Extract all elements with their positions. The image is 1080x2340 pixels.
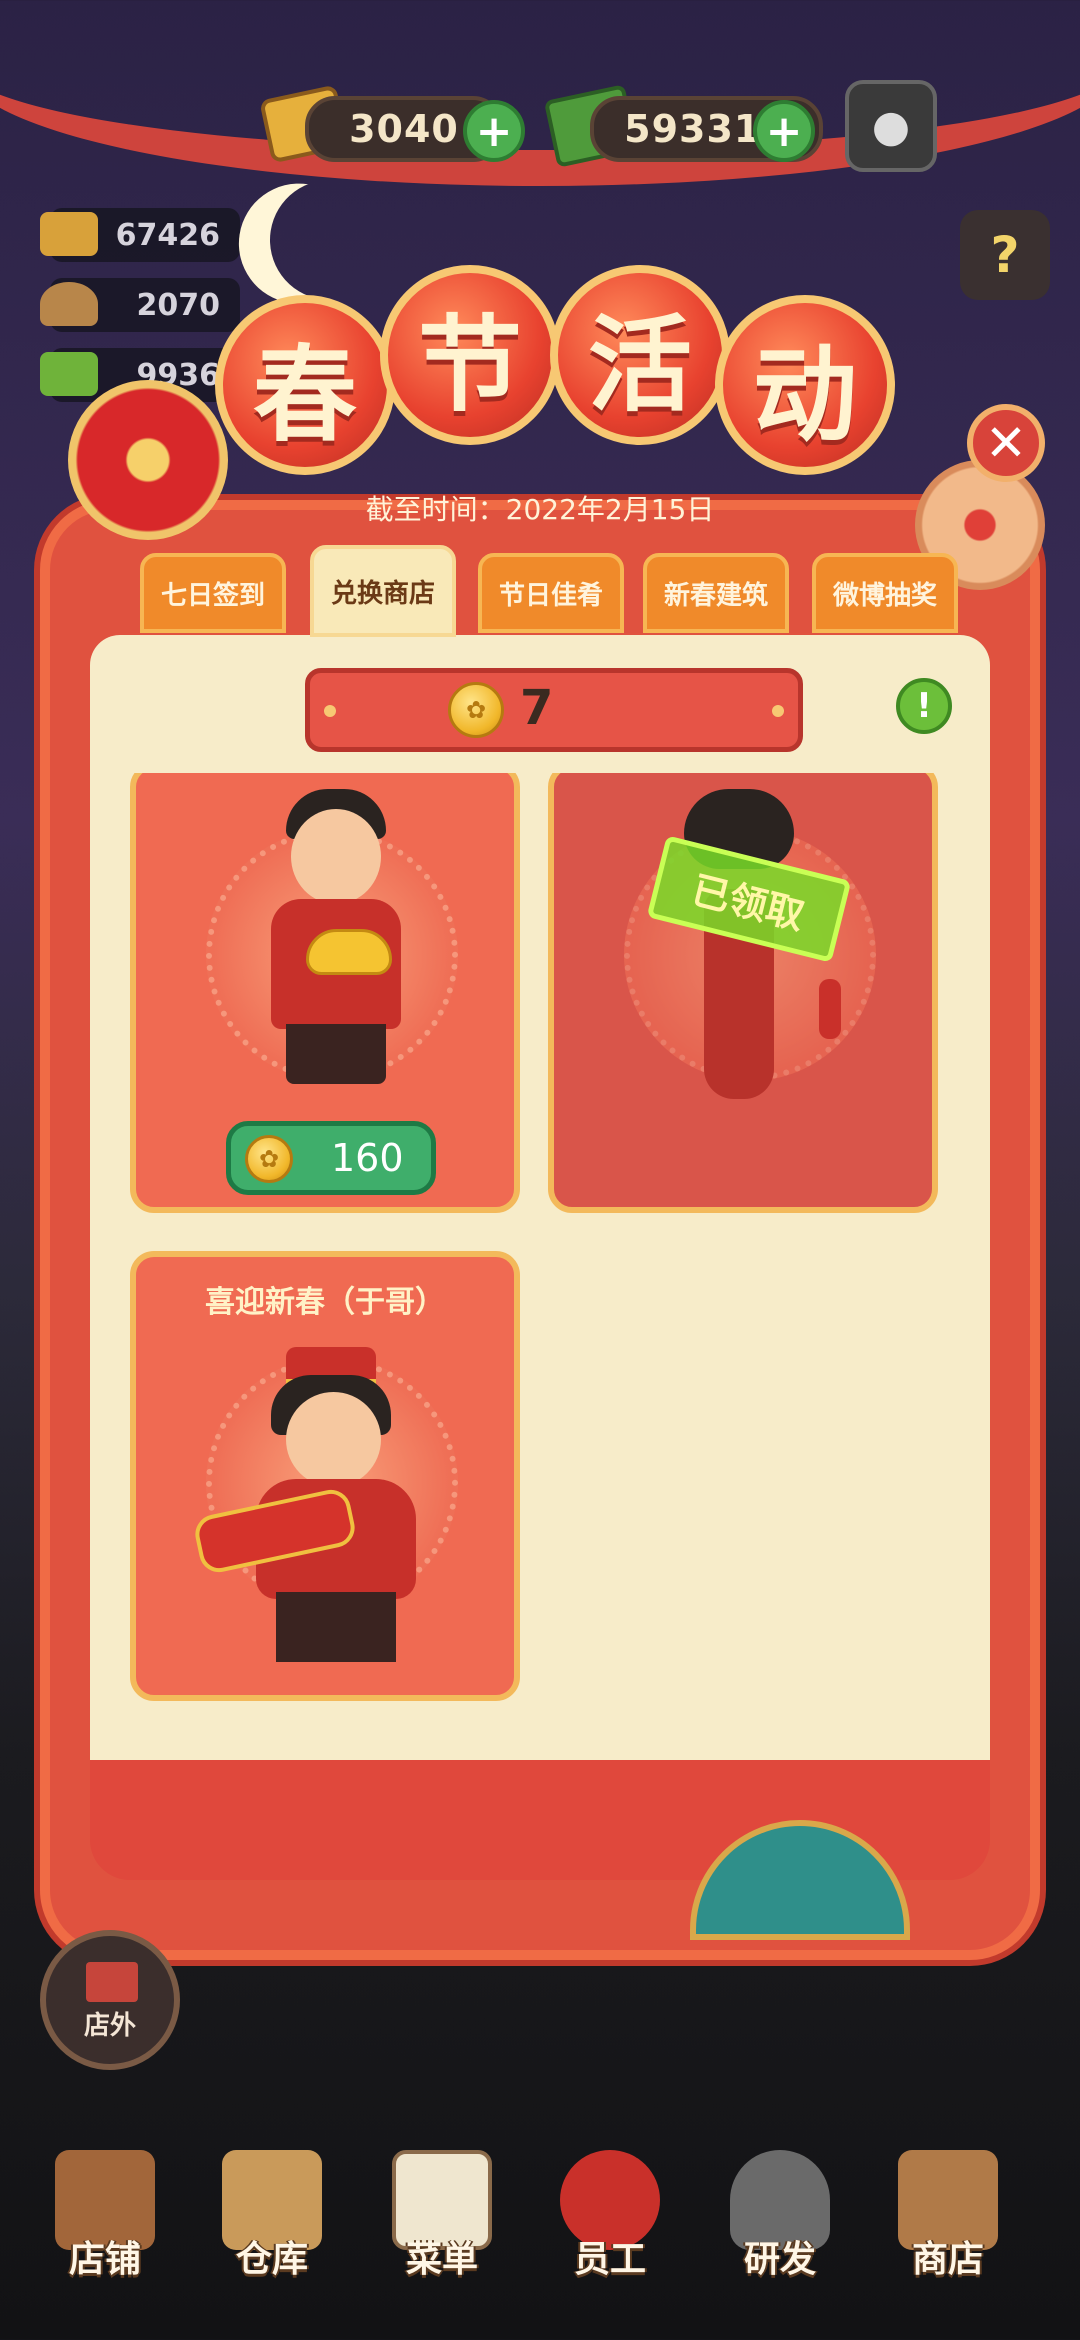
character-legs bbox=[276, 1592, 396, 1662]
go-outside-label: 店外 bbox=[83, 2011, 136, 2041]
plus-icon: + bbox=[475, 105, 513, 157]
title-char: 活 bbox=[550, 265, 730, 445]
nav-label: 研发 bbox=[743, 2239, 816, 2280]
tab-daily-checkin[interactable]: 七日签到 bbox=[140, 553, 286, 633]
item-price: 160 bbox=[331, 1136, 404, 1180]
paw-coin-icon bbox=[245, 1135, 293, 1183]
tab-festival-dishes[interactable]: 节日佳肴 bbox=[478, 553, 624, 633]
nav-warehouse[interactable]: 仓库 bbox=[192, 2140, 352, 2340]
shop-item-card: 已领取 bbox=[548, 773, 938, 1213]
nav-label: 商店 bbox=[911, 2239, 984, 2280]
coin-balance-bar bbox=[305, 668, 803, 752]
nav-label: 仓库 bbox=[235, 2239, 308, 2280]
shop-item-card[interactable]: 160 bbox=[130, 773, 520, 1213]
bottom-navigation: 店铺 仓库 菜单 员工 研发 商店 bbox=[0, 2140, 1080, 2340]
title-char: 动 bbox=[715, 295, 895, 475]
gold-value: 3040 bbox=[349, 107, 459, 151]
nav-label: 员工 bbox=[573, 2239, 646, 2280]
tab-label: 节日佳肴 bbox=[498, 580, 603, 611]
tab-new-year-buildings[interactable]: 新春建筑 bbox=[643, 553, 789, 633]
item-title: 喜迎新春（于哥） bbox=[205, 1285, 445, 1320]
nav-staff[interactable]: 员工 bbox=[530, 2140, 690, 2340]
info-icon: ! bbox=[916, 686, 932, 726]
shop-item-grid[interactable]: 160 已领取 喜迎新春（于哥） 200 bbox=[90, 773, 990, 1760]
book-question-icon: ? bbox=[990, 226, 1020, 284]
add-cash-button[interactable]: + bbox=[753, 100, 815, 162]
tab-label: 微博抽奖 bbox=[832, 580, 937, 611]
info-button[interactable]: ! bbox=[896, 678, 952, 734]
event-deadline: 截至时间：2022年2月15日 bbox=[365, 493, 715, 526]
nav-label: 店铺 bbox=[68, 2239, 141, 2280]
camera-button[interactable]: ● bbox=[845, 80, 937, 172]
paw-coin-icon bbox=[448, 682, 504, 738]
ticket-icon bbox=[40, 352, 98, 396]
stat-value: 67426 bbox=[115, 217, 220, 253]
shop-item-card[interactable]: 喜迎新春（于哥） 200 bbox=[130, 1251, 520, 1701]
title-char: 春 bbox=[215, 295, 395, 475]
stat-value: 2070 bbox=[136, 287, 221, 323]
tab-weibo-lottery[interactable]: 微博抽奖 bbox=[812, 553, 958, 633]
plus-icon: + bbox=[765, 105, 803, 157]
title-char: 节 bbox=[380, 265, 560, 445]
shop-outside-icon bbox=[86, 1962, 138, 2002]
treasure-icon bbox=[40, 212, 98, 256]
gold-ingot-icon bbox=[306, 929, 392, 975]
nav-store[interactable]: 店铺 bbox=[25, 2140, 185, 2340]
close-button[interactable]: ✕ bbox=[967, 404, 1045, 482]
character-head bbox=[291, 809, 381, 904]
character-head bbox=[286, 1392, 381, 1487]
tab-label: 兑换商店 bbox=[330, 578, 435, 609]
nav-menu[interactable]: 菜单 bbox=[362, 2140, 522, 2340]
dish-icon bbox=[40, 282, 98, 326]
coin-balance: 7 bbox=[520, 680, 554, 736]
add-gold-button[interactable]: + bbox=[463, 100, 525, 162]
character-legs bbox=[286, 1024, 386, 1084]
buy-button[interactable]: 160 bbox=[226, 1121, 436, 1195]
camera-icon: ● bbox=[871, 100, 911, 152]
guide-book-button[interactable]: ? bbox=[960, 210, 1050, 300]
tab-label: 新春建筑 bbox=[663, 580, 768, 611]
nav-shop[interactable]: 商店 bbox=[868, 2140, 1028, 2340]
close-icon: ✕ bbox=[985, 414, 1027, 472]
lantern-icon bbox=[819, 979, 841, 1039]
go-outside-button[interactable]: 店外 bbox=[40, 1930, 180, 2070]
tab-label: 七日签到 bbox=[160, 580, 265, 611]
tab-exchange-shop[interactable]: 兑换商店 bbox=[310, 545, 456, 637]
event-title: 春 节 活 动 bbox=[215, 265, 905, 475]
nav-label: 菜单 bbox=[405, 2239, 478, 2280]
nav-research[interactable]: 研发 bbox=[700, 2140, 860, 2340]
